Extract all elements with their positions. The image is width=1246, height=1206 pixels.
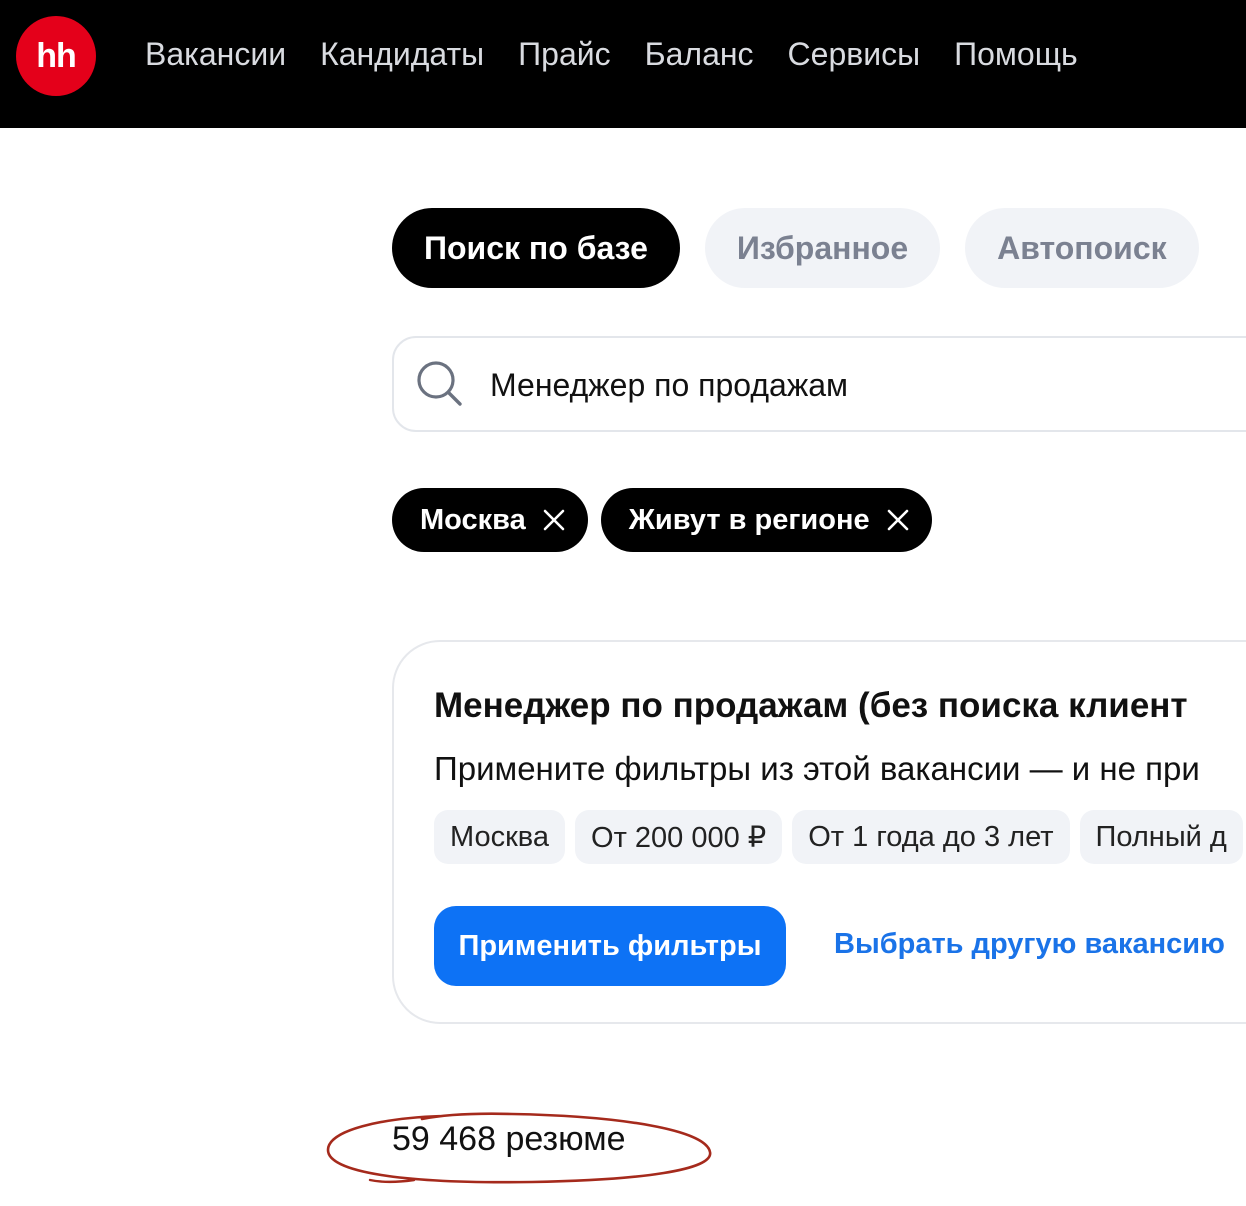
search-bar (392, 336, 1246, 432)
apply-filters-button[interactable]: Применить фильтры (434, 906, 786, 986)
tab-database-search[interactable]: Поиск по базе (392, 208, 680, 288)
page: hh Вакансии Кандидаты Прайс Баланс Серви… (0, 0, 1246, 1206)
vacancy-description: Примените фильтры из этой вакансии — и н… (434, 750, 1200, 787)
choose-other-vacancy-link[interactable]: Выбрать другую вакансию (834, 928, 1225, 961)
hh-logo[interactable]: hh (16, 16, 96, 96)
filter-chip-label: Живут в регионе (628, 503, 870, 536)
close-icon[interactable] (886, 508, 910, 532)
tab-autosearch[interactable]: Автопоиск (965, 208, 1199, 288)
filter-chip-moscow[interactable]: Москва (392, 488, 588, 552)
tag-experience: От 1 года до 3 лет (792, 810, 1070, 864)
active-filters: Москва Живут в регионе (392, 488, 932, 552)
filter-chip-label: Москва (420, 503, 526, 536)
nav-pricing[interactable]: Прайс (518, 34, 610, 74)
top-header: hh Вакансии Кандидаты Прайс Баланс Серви… (0, 0, 1246, 128)
vacancy-tags: Москва От 200 000 ₽ От 1 года до 3 лет П… (434, 810, 1243, 864)
tag-employment: Полный д (1079, 810, 1243, 864)
search-tabs: Поиск по базе Избранное Автопоиск (392, 208, 1199, 288)
nav-vacancies[interactable]: Вакансии (145, 34, 286, 74)
filter-chip-live-in-region[interactable]: Живут в регионе (600, 488, 932, 552)
nav-services[interactable]: Сервисы (788, 34, 921, 74)
vacancy-title: Менеджер по продажам (без поиска клиент (434, 686, 1188, 725)
search-icon (417, 361, 462, 406)
main-nav: Вакансии Кандидаты Прайс Баланс Сервисы … (145, 34, 1078, 74)
vacancy-filters-card: Менеджер по продажам (без поиска клиент … (392, 640, 1246, 1024)
tab-favorites[interactable]: Избранное (704, 208, 941, 288)
tag-city: Москва (434, 810, 566, 864)
nav-balance[interactable]: Баланс (645, 34, 754, 74)
nav-help[interactable]: Помощь (954, 34, 1078, 74)
results-count: 59 468 резюме (392, 1120, 626, 1158)
close-icon[interactable] (542, 508, 566, 532)
nav-candidates[interactable]: Кандидаты (320, 34, 484, 74)
tag-salary: От 200 000 ₽ (575, 810, 783, 864)
search-input[interactable] (490, 362, 1190, 408)
